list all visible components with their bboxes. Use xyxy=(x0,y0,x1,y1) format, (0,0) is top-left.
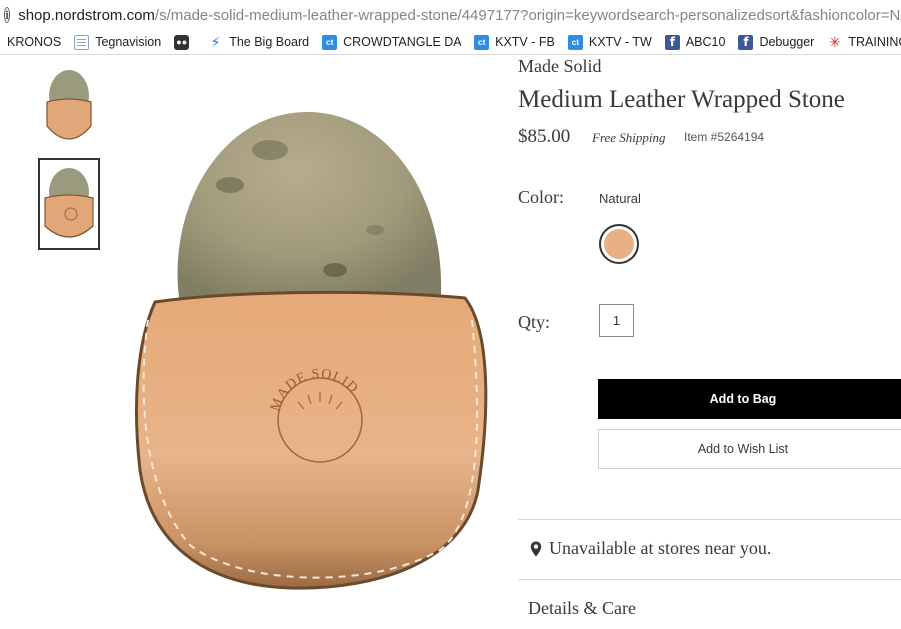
store-availability[interactable]: Unavailable at stores near you. xyxy=(530,538,771,559)
bookmark-big-board[interactable]: ⚡ The Big Board xyxy=(208,33,310,50)
location-pin-icon xyxy=(530,541,542,556)
bookmark-tegnavision[interactable]: Tegnavision xyxy=(74,34,162,50)
address-path: /s/made-solid-medium-leather-wrapped-sto… xyxy=(154,6,901,24)
color-value: Natural xyxy=(599,191,641,206)
bookmark-label: KXTV - FB xyxy=(495,35,555,49)
bookmark-kronos[interactable]: KRONOS xyxy=(7,35,61,49)
swatch-fill xyxy=(604,229,634,259)
bookmark-label: The Big Board xyxy=(229,35,310,49)
add-to-wishlist-button[interactable]: Add to Wish List xyxy=(598,429,901,469)
product-thumbnail-image xyxy=(46,70,92,140)
doc-icon xyxy=(74,34,90,50)
bookmark-training[interactable]: ✳ TRAINING xyxy=(827,33,901,50)
bookmark-label: Tegnavision xyxy=(95,35,162,49)
crowdtangle-icon: ct xyxy=(567,34,583,50)
details-care-toggle[interactable]: Details & Care xyxy=(528,598,636,619)
facebook-icon: f xyxy=(664,34,680,50)
brand-name[interactable]: Made Solid xyxy=(518,56,602,77)
bookmark-abc10[interactable]: f ABC10 xyxy=(664,34,726,50)
bookmark-label: KXTV - TW xyxy=(588,35,652,49)
bookmark-crowdtangle[interactable]: ct CROWDTANGLE DASH xyxy=(322,34,462,50)
store-availability-text: Unavailable at stores near you. xyxy=(549,538,772,558)
bookmarks-bar: KRONOS Tegnavision ●● ⚡ The Big Board ct… xyxy=(0,30,901,55)
product-title: Medium Leather Wrapped Stone xyxy=(518,86,845,113)
divider xyxy=(518,519,901,520)
thumbnail-stamp[interactable] xyxy=(38,158,100,250)
bookmark-kxtv-fb[interactable]: ct KXTV - FB xyxy=(474,34,555,50)
address-bar[interactable]: i shop.nordstrom.com/s/made-solid-medium… xyxy=(0,0,901,30)
address-host: shop.nordstrom.com xyxy=(18,6,155,24)
bookmark-label: Debugger xyxy=(759,35,815,49)
bookmark-label: CROWDTANGLE DASH xyxy=(343,35,462,49)
bookmark-owl[interactable]: ●● xyxy=(174,34,195,50)
item-number: Item #5264194 xyxy=(684,130,765,144)
product-thumbnail-image xyxy=(44,168,94,238)
product-price: $85.00 xyxy=(518,126,571,147)
quantity-input[interactable]: 1 xyxy=(599,304,634,337)
big-board-icon: ⚡ xyxy=(210,33,221,50)
facebook-icon: f xyxy=(738,34,754,50)
product-main-image: MADE SOLID xyxy=(135,111,488,590)
divider xyxy=(518,579,901,580)
color-label: Color: xyxy=(518,187,565,207)
owl-icon: ●● xyxy=(174,34,190,50)
bookmark-debugger[interactable]: f Debugger xyxy=(738,34,815,50)
qty-label: Qty: xyxy=(518,312,551,332)
bookmark-label: KRONOS xyxy=(7,35,62,49)
color-swatch-natural[interactable] xyxy=(599,224,639,264)
shipping-info: Free Shipping xyxy=(592,130,666,145)
bookmark-kxtv-tw[interactable]: ct KXTV - TW xyxy=(567,34,652,50)
crowdtangle-icon: ct xyxy=(474,34,490,50)
crowdtangle-icon: ct xyxy=(322,34,338,50)
bookmark-label: ABC10 xyxy=(685,35,726,49)
add-to-bag-button[interactable]: Add to Bag xyxy=(598,379,901,419)
info-icon[interactable]: i xyxy=(4,7,11,23)
training-icon: ✳ xyxy=(828,33,841,50)
bookmark-label: TRAINING xyxy=(848,35,901,49)
thumbnail-front[interactable] xyxy=(38,62,100,154)
